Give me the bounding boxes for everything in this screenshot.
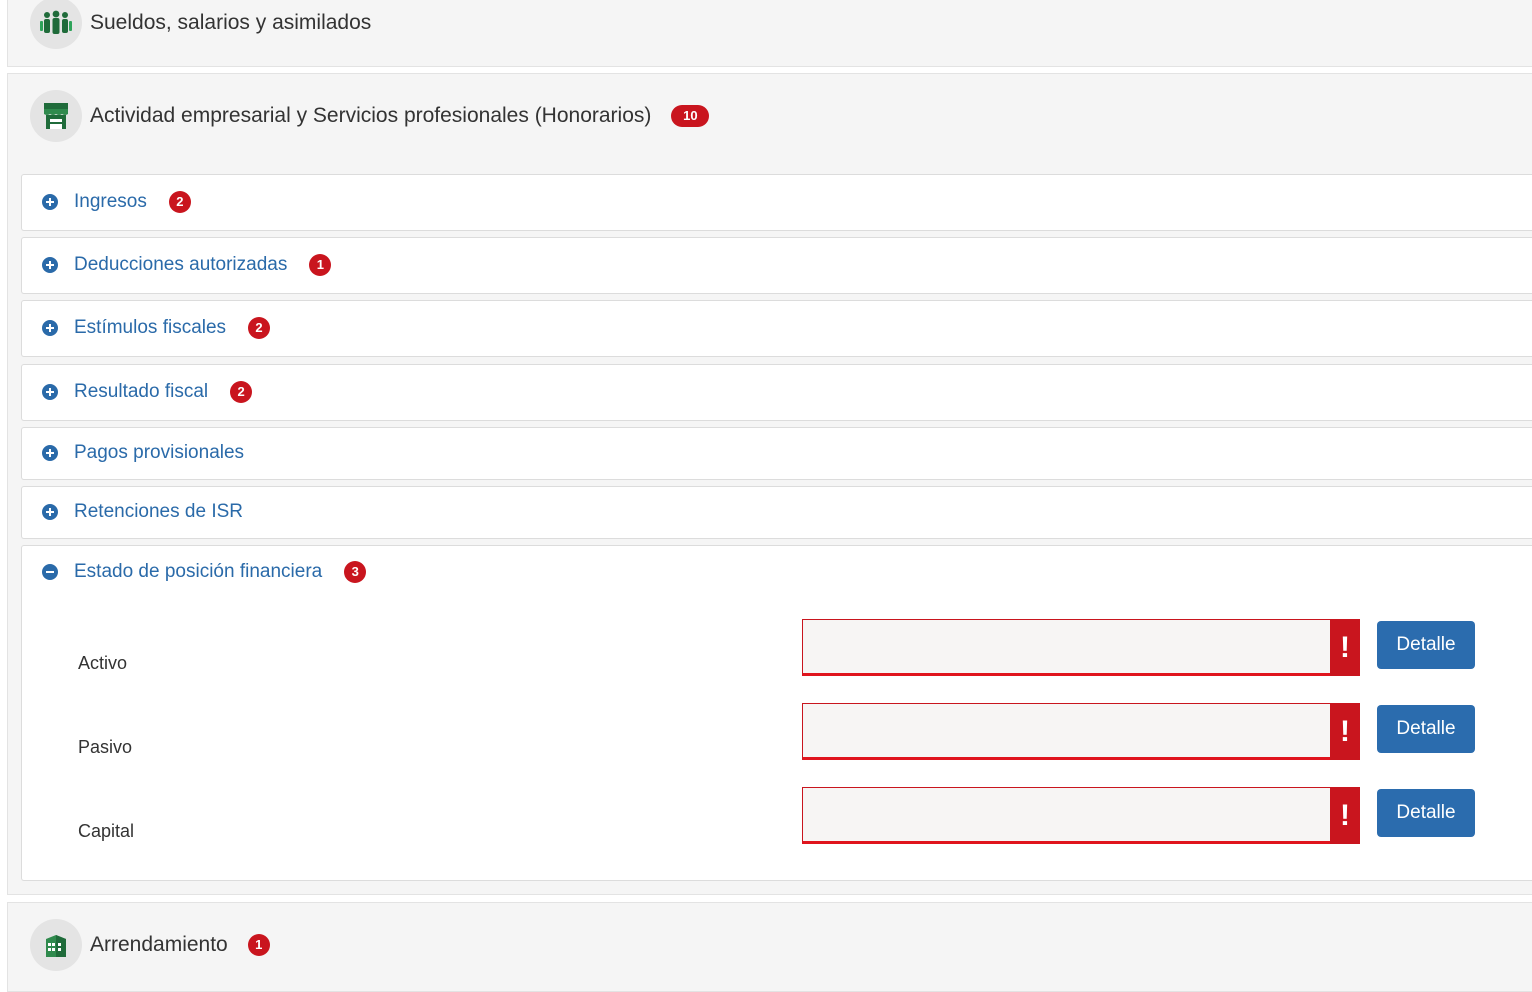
activo-label: Activo [78,653,128,673]
error-count-badge: 1 [309,254,332,276]
error-count-badge: 2 [248,317,271,339]
error-alert-icon: ! [1330,703,1360,760]
pasivo-detalle-button[interactable]: Detalle [1377,705,1475,753]
capital-input[interactable] [803,788,1331,841]
section-sueldos[interactable]: Sueldos, salarios y asimilados [7,0,1532,67]
plus-circle-icon[interactable] [42,445,58,461]
error-count-badge: 3 [344,561,367,583]
minus-circle-icon[interactable] [42,564,58,580]
section-title: Sueldos, salarios y asimilados [90,11,372,34]
section-title: Actividad empresarial y Servicios profes… [90,104,652,127]
plus-circle-icon[interactable] [42,194,58,210]
pasivo-label: Pasivo [78,737,133,757]
pasivo-input[interactable] [803,704,1331,757]
accordion-deducciones-autorizadas[interactable]: Deducciones autorizadas 1 [21,237,1532,294]
capital-detalle-button[interactable]: Detalle [1377,789,1475,837]
section-title: Arrendamiento [90,933,228,956]
workers-icon [30,0,82,49]
pasivo-field[interactable]: ! [802,703,1360,760]
accordion-resultado-fiscal[interactable]: Resultado fiscal 2 [21,364,1532,421]
accordion-label[interactable]: Pagos provisionales [74,442,244,464]
accordion-label[interactable]: Ingresos [74,191,147,213]
building-icon [30,919,82,971]
activo-input[interactable] [803,620,1331,673]
activo-detalle-button[interactable]: Detalle [1377,621,1475,669]
section-arrendamiento[interactable]: Arrendamiento 1 [7,902,1532,992]
accordion-header[interactable]: Estado de posición financiera 3 [42,561,367,583]
plus-circle-icon[interactable] [42,384,58,400]
error-count-badge: 2 [230,381,253,403]
accordion-label[interactable]: Estado de posición financiera [74,561,322,583]
store-icon [30,90,82,142]
accordion-ingresos[interactable]: Ingresos 2 [21,174,1532,231]
error-count-badge: 10 [671,105,710,127]
accordion-retenciones-isr[interactable]: Retenciones de ISR [21,486,1532,539]
accordion-label[interactable]: Deducciones autorizadas [74,254,287,276]
error-alert-icon: ! [1330,619,1360,676]
accordion-label[interactable]: Estímulos fiscales [74,317,226,339]
plus-circle-icon[interactable] [42,504,58,520]
plus-circle-icon[interactable] [42,320,58,336]
accordion-pagos-provisionales[interactable]: Pagos provisionales [21,427,1532,480]
activo-field[interactable]: ! [802,619,1360,676]
error-alert-icon: ! [1330,787,1360,844]
section-header[interactable]: Actividad empresarial y Servicios profes… [30,90,710,142]
accordion-label[interactable]: Retenciones de ISR [74,501,243,523]
error-count-badge: 1 [247,934,270,956]
capital-label: Capital [78,821,135,841]
error-count-badge: 2 [168,191,191,213]
plus-circle-icon[interactable] [42,257,58,273]
capital-field[interactable]: ! [802,787,1360,844]
accordion-estimulos-fiscales[interactable]: Estímulos fiscales 2 [21,300,1532,357]
accordion-label[interactable]: Resultado fiscal [74,381,208,403]
